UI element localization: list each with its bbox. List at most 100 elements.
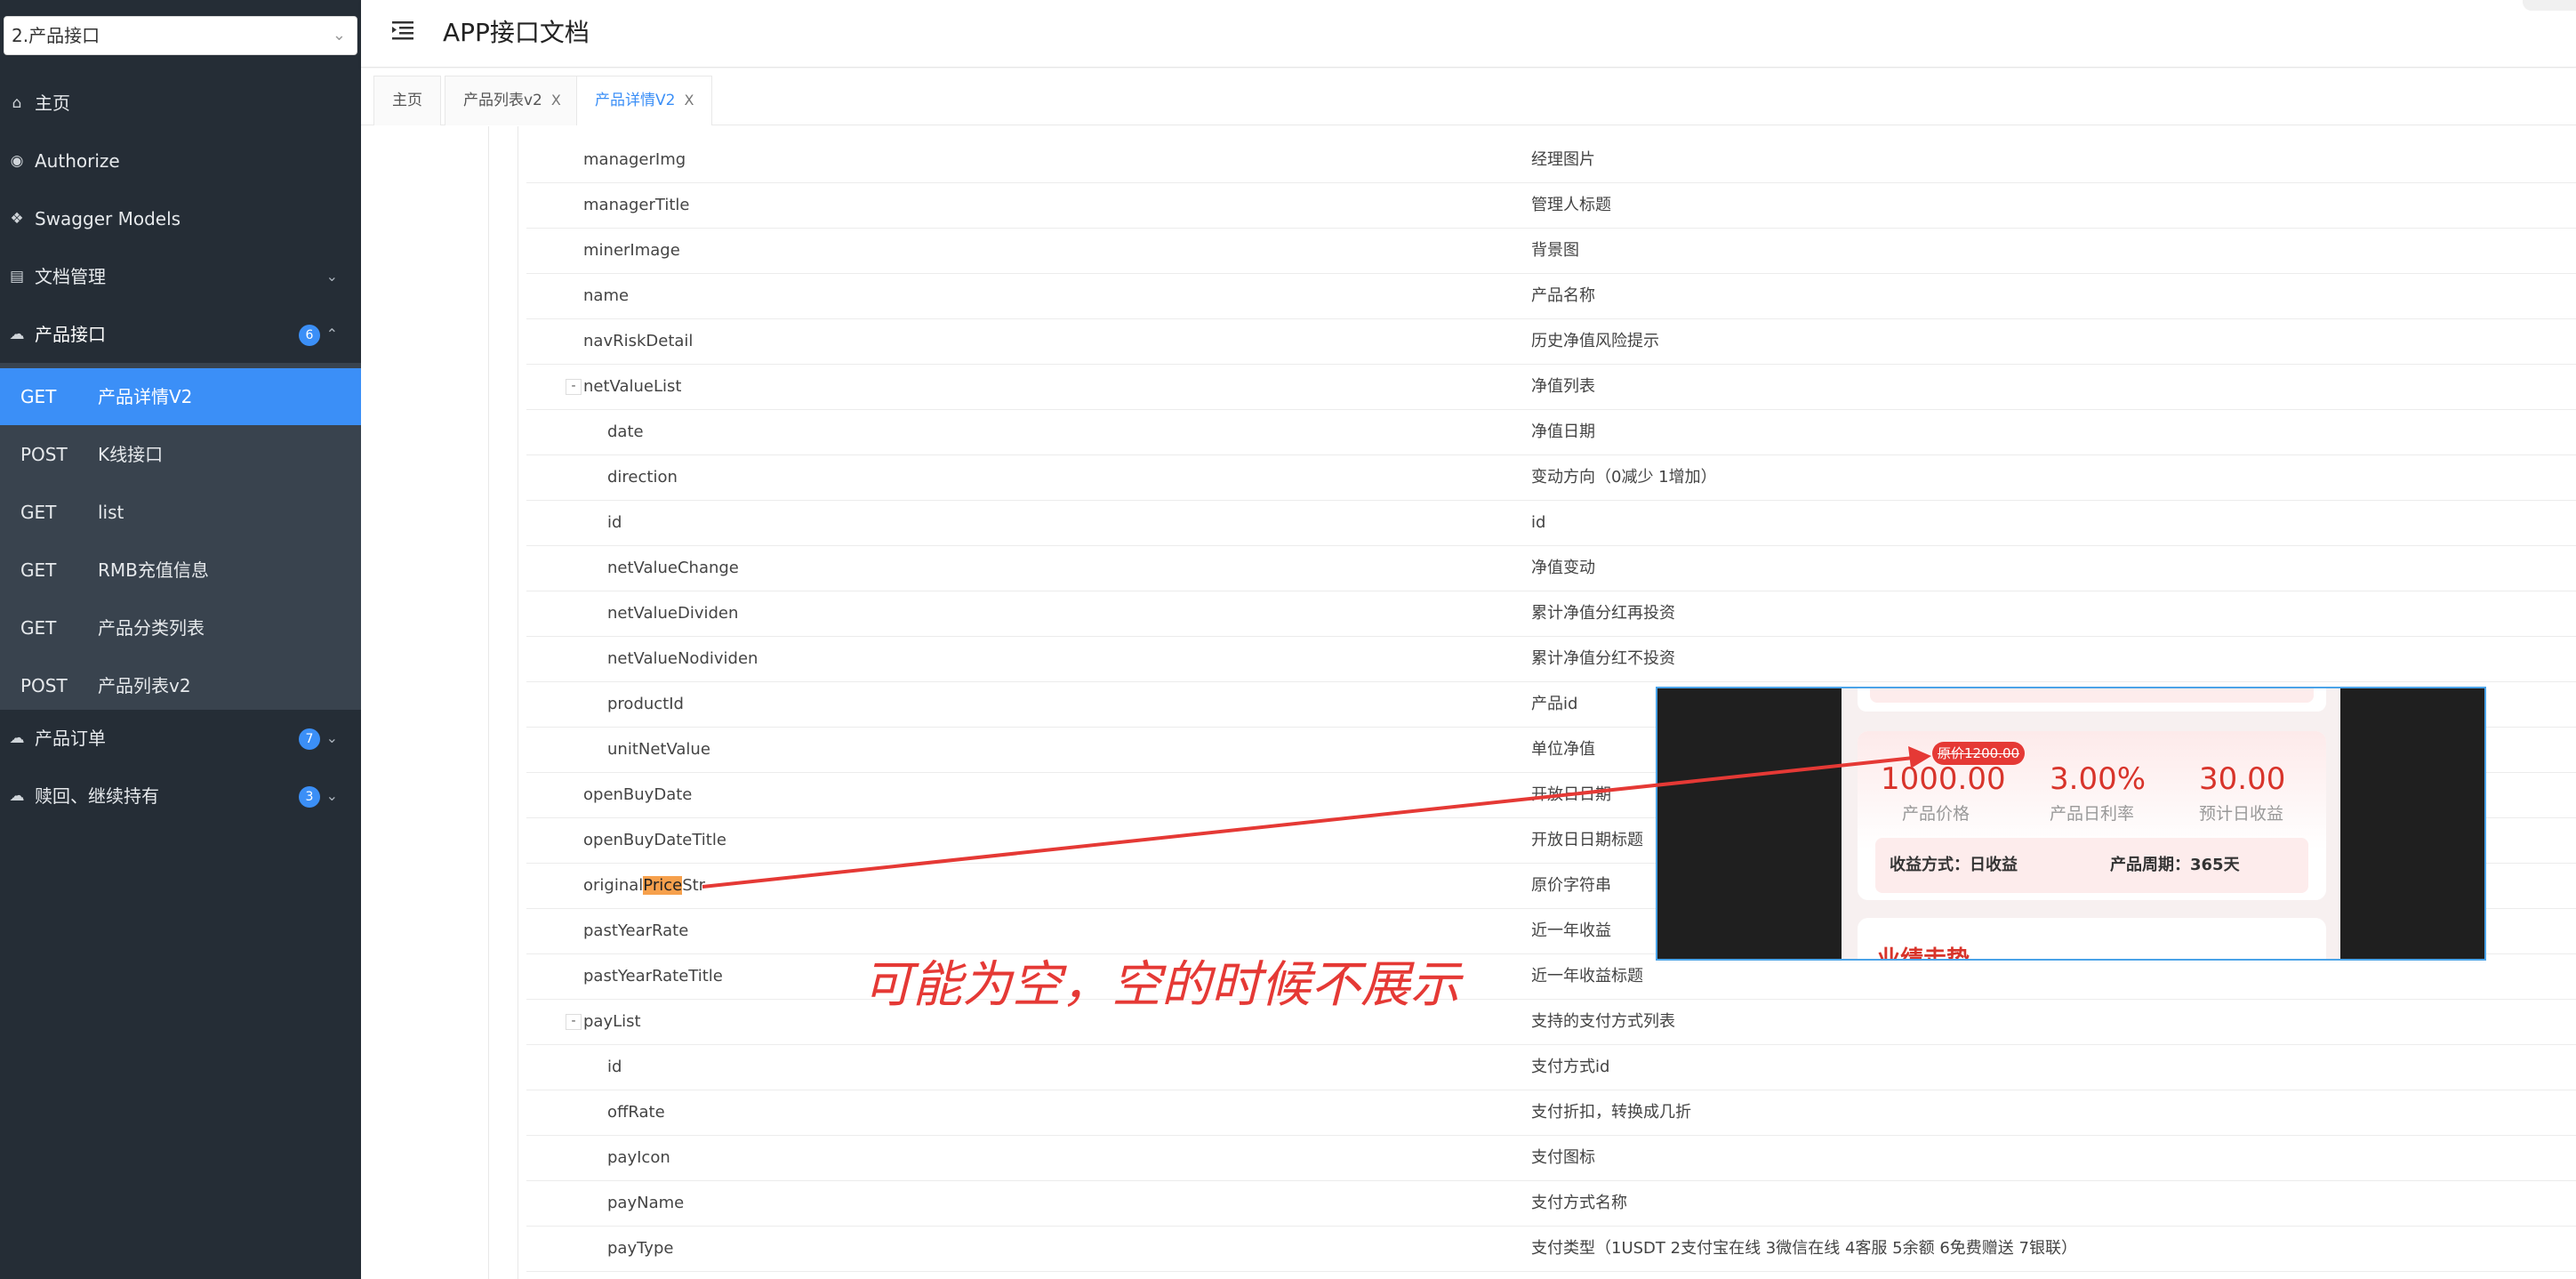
table-row: pastYearRateTitle 近一年收益标题 [526, 954, 2576, 1000]
rate-value: 3.00% [2050, 761, 2147, 797]
param-desc: 支付图标 [1531, 1148, 1595, 1167]
param-desc: 净值日期 [1531, 422, 1595, 441]
tab-label: 主页 [392, 92, 422, 109]
param-desc: 支付折扣，转换成几折 [1531, 1103, 1691, 1122]
api-group-select[interactable]: 2.产品接口 ⌄ [4, 16, 357, 55]
tab-home[interactable]: 主页 [373, 76, 441, 125]
table-row: managerTitle 管理人标题 [526, 183, 2576, 229]
close-icon[interactable]: X [684, 92, 694, 109]
param-desc: 净值变动 [1531, 559, 1595, 577]
sidebar-item-label: 赎回、继续持有 [35, 785, 159, 807]
preview-card-inner [1870, 688, 2314, 703]
submenu-item-kline[interactable]: POST K线接口 [0, 426, 361, 483]
submenu-item-rmb-recharge[interactable]: GET RMB充值信息 [0, 542, 361, 599]
collapse-toggle[interactable]: - [566, 379, 582, 395]
table-row: offRate 支付折扣，转换成几折 [526, 1090, 2576, 1136]
param-name: netValueChange [607, 559, 739, 577]
submenu-item-product-list-v2[interactable]: POST 产品列表v2 [0, 657, 361, 714]
param-desc: 经理图片 [1531, 150, 1595, 169]
param-name: openBuyDate [583, 785, 693, 804]
table-row: - netValueList 净值列表 [526, 365, 2576, 410]
param-name: pastYearRate [583, 921, 689, 940]
sidebar-item-authorize[interactable]: ◉ Authorize [0, 133, 361, 189]
count-badge: 6 [299, 325, 320, 346]
sidebar-item-swagger-models[interactable]: ❖ Swagger Models [0, 190, 361, 247]
preview-price-card: 原价1200.00 1000.00 产品价格 3.00% 产品日利率 30.00… [1858, 731, 2326, 900]
http-method: GET [20, 559, 57, 581]
preview-black-margin [2340, 688, 2484, 959]
table-row: payIcon 支付图标 [526, 1136, 2576, 1181]
price-label: 产品价格 [1902, 804, 1970, 824]
tab-label: 产品详情V2 [595, 92, 676, 109]
document-icon: ▤ [9, 268, 25, 286]
cube-icon: ❖ [10, 210, 24, 228]
param-desc: 近一年收益标题 [1531, 967, 1643, 985]
param-desc: 产品id [1531, 695, 1578, 713]
sidebar-item-label: 文档管理 [35, 266, 106, 287]
sidebar-item-redeem-hold[interactable]: ☁ 赎回、继续持有 3 ⌄ [0, 768, 361, 825]
table-row: id 支付方式id [526, 1045, 2576, 1090]
chevron-down-icon: ⌄ [332, 26, 346, 44]
param-desc: 单位净值 [1531, 740, 1595, 759]
chevron-up-icon: ⌃ [325, 326, 338, 342]
table-row: netValueChange 净值变动 [526, 546, 2576, 591]
param-name: id [607, 513, 622, 532]
product-api-submenu: GET 产品详情V2 POST K线接口 GET list GET RMB充值信… [0, 363, 361, 710]
table-row: direction 变动方向（0减少 1增加） [526, 455, 2576, 501]
param-desc: 支付方式名称 [1531, 1194, 1627, 1212]
table-row: managerImg 经理图片 [526, 138, 2576, 183]
param-name: originalPriceStr [583, 864, 705, 908]
cloud-icon: ☁ [9, 729, 25, 747]
submenu-item-product-detail-v2[interactable]: GET 产品详情V2 [0, 368, 361, 425]
cloud-icon: ☁ [9, 787, 25, 805]
preview-info-bar: 收益方式：日收益 产品周期：365天 [1875, 838, 2308, 893]
param-desc: 原价字符串 [1531, 876, 1611, 895]
sidebar-item-product-api[interactable]: ☁ 产品接口 6 ⌃ [0, 306, 361, 363]
param-name: payName [607, 1194, 685, 1212]
menu-fold-icon[interactable] [389, 17, 416, 44]
param-desc: 支付类型（1USDT 2支付宝在线 3微信在线 4客服 5余额 6免费赠送 7银… [1531, 1239, 2077, 1258]
param-name: date [607, 422, 644, 441]
param-name: pastYearRateTitle [583, 967, 723, 985]
tab-product-detail-v2[interactable]: 产品详情V2 X [576, 76, 713, 125]
income-value: 30.00 [2199, 761, 2286, 797]
param-desc: 开放日日期标题 [1531, 831, 1643, 849]
param-name: direction [607, 468, 678, 487]
submenu-item-label: 产品详情V2 [98, 386, 193, 407]
collapse-toggle[interactable]: - [566, 1014, 582, 1030]
submenu-item-product-categories[interactable]: GET 产品分类列表 [0, 599, 361, 656]
submenu-item-label: 产品列表v2 [98, 675, 191, 696]
sidebar-item-label: Swagger Models [35, 208, 181, 229]
param-desc: 产品名称 [1531, 286, 1595, 305]
param-name: productId [607, 695, 684, 713]
param-name: netValueNodividen [607, 649, 758, 668]
http-method: POST [20, 675, 68, 696]
submenu-item-label: K线接口 [98, 444, 164, 465]
param-desc: 背景图 [1531, 241, 1579, 260]
param-desc: 累计净值分红不投资 [1531, 649, 1675, 668]
http-method: POST [20, 444, 68, 465]
table-row: netValueNodividen 累计净值分红不投资 [526, 637, 2576, 682]
close-icon[interactable]: X [551, 92, 561, 109]
param-name-part: original [583, 876, 644, 895]
param-name: navRiskDetail [583, 332, 694, 350]
param-name: netValueDividen [607, 604, 739, 623]
submenu-item-list[interactable]: GET list [0, 484, 361, 541]
submenu-item-label: list [98, 502, 124, 523]
lock-icon: ◉ [10, 152, 24, 170]
param-desc: 变动方向（0减少 1增加） [1531, 468, 1717, 487]
divider [488, 126, 489, 1279]
chevron-down-icon: ⌄ [325, 787, 338, 804]
search-highlight: Price [643, 876, 683, 895]
rate-label: 产品日利率 [2050, 804, 2135, 824]
sidebar-item-label: 产品订单 [35, 728, 106, 749]
sidebar-item-product-orders[interactable]: ☁ 产品订单 7 ⌄ [0, 710, 361, 767]
product-period: 产品周期：365天 [2110, 856, 2240, 874]
income-method: 收益方式：日收益 [1890, 856, 2018, 874]
param-desc: 支持的支付方式列表 [1531, 1012, 1675, 1031]
param-desc: 近一年收益 [1531, 921, 1611, 940]
sidebar-item-home[interactable]: ⌂ 主页 [0, 75, 361, 132]
sidebar-item-doc-management[interactable]: ▤ 文档管理 ⌄ [0, 248, 361, 305]
tab-product-list-v2[interactable]: 产品列表v2 X [445, 76, 580, 125]
param-desc: 开放日日期 [1531, 785, 1611, 804]
